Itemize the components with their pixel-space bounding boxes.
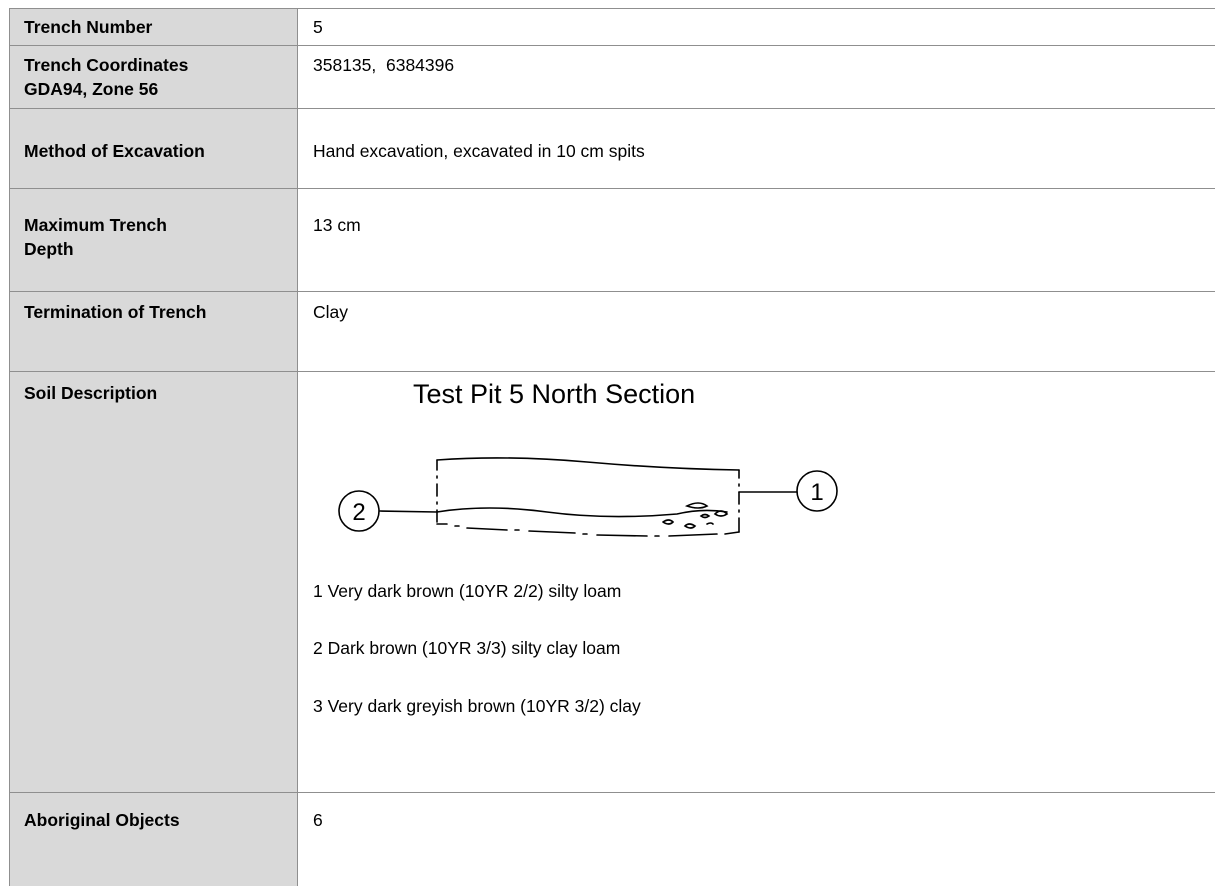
label-method-of-excavation: Method of Excavation <box>10 109 298 188</box>
label-trench-number: Trench Number <box>10 9 298 45</box>
label-aboriginal-objects: Aboriginal Objects <box>10 793 298 886</box>
label-soil-description: Soil Description <box>10 372 298 792</box>
row-aboriginal-objects: Aboriginal Objects 6 <box>10 793 1215 886</box>
label-maximum-trench-depth-line2: Depth <box>24 239 74 259</box>
label-termination-of-trench: Termination of Trench <box>10 292 298 371</box>
soil-layer-3: 3 Very dark greyish brown (10YR 3/2) cla… <box>313 696 641 716</box>
row-method-of-excavation: Method of Excavation Hand excavation, ex… <box>10 109 1215 189</box>
value-trench-number: 5 <box>313 17 323 37</box>
soil-layer-2: 2 Dark brown (10YR 3/3) silty clay loam <box>313 638 621 658</box>
marker-2-label: 2 <box>352 499 365 526</box>
trench-record-table: Trench Number 5 Trench Coordinates GDA94… <box>9 8 1215 886</box>
soil-layer-1: 1 Very dark brown (10YR 2/2) silty loam <box>313 581 622 601</box>
value-soil-description: Test Pit 5 North Section 2 1 1 Very dark… <box>299 372 1215 792</box>
label-trench-coordinates: Trench Coordinates GDA94, Zone 56 <box>10 46 298 108</box>
label-trench-coordinates-line2: GDA94, Zone 56 <box>24 79 159 99</box>
value-aboriginal-objects: 6 <box>313 810 323 830</box>
label-maximum-trench-depth-line1: Maximum Trench <box>24 215 167 235</box>
value-method-of-excavation: Hand excavation, excavated in 10 cm spit… <box>313 141 645 161</box>
value-trench-coordinates: 358135, 6384396 <box>313 55 455 75</box>
row-trench-coordinates: Trench Coordinates GDA94, Zone 56 358135… <box>10 46 1215 109</box>
row-trench-number: Trench Number 5 <box>10 9 1215 46</box>
label-trench-coordinates-line1: Trench Coordinates <box>24 55 189 75</box>
value-termination-of-trench: Clay <box>313 302 349 322</box>
row-termination-of-trench: Termination of Trench Clay <box>10 292 1215 372</box>
marker-1-label: 1 <box>810 479 823 506</box>
row-maximum-trench-depth: Maximum Trench Depth 13 cm <box>10 189 1215 292</box>
section-drawing-title: Test Pit 5 North Section <box>413 379 696 409</box>
value-maximum-trench-depth: 13 cm <box>313 215 361 235</box>
label-maximum-trench-depth: Maximum Trench Depth <box>10 189 298 291</box>
row-soil-description: Soil Description Test Pit 5 North Sectio… <box>10 372 1215 793</box>
section-drawing: 2 1 <box>338 457 838 537</box>
